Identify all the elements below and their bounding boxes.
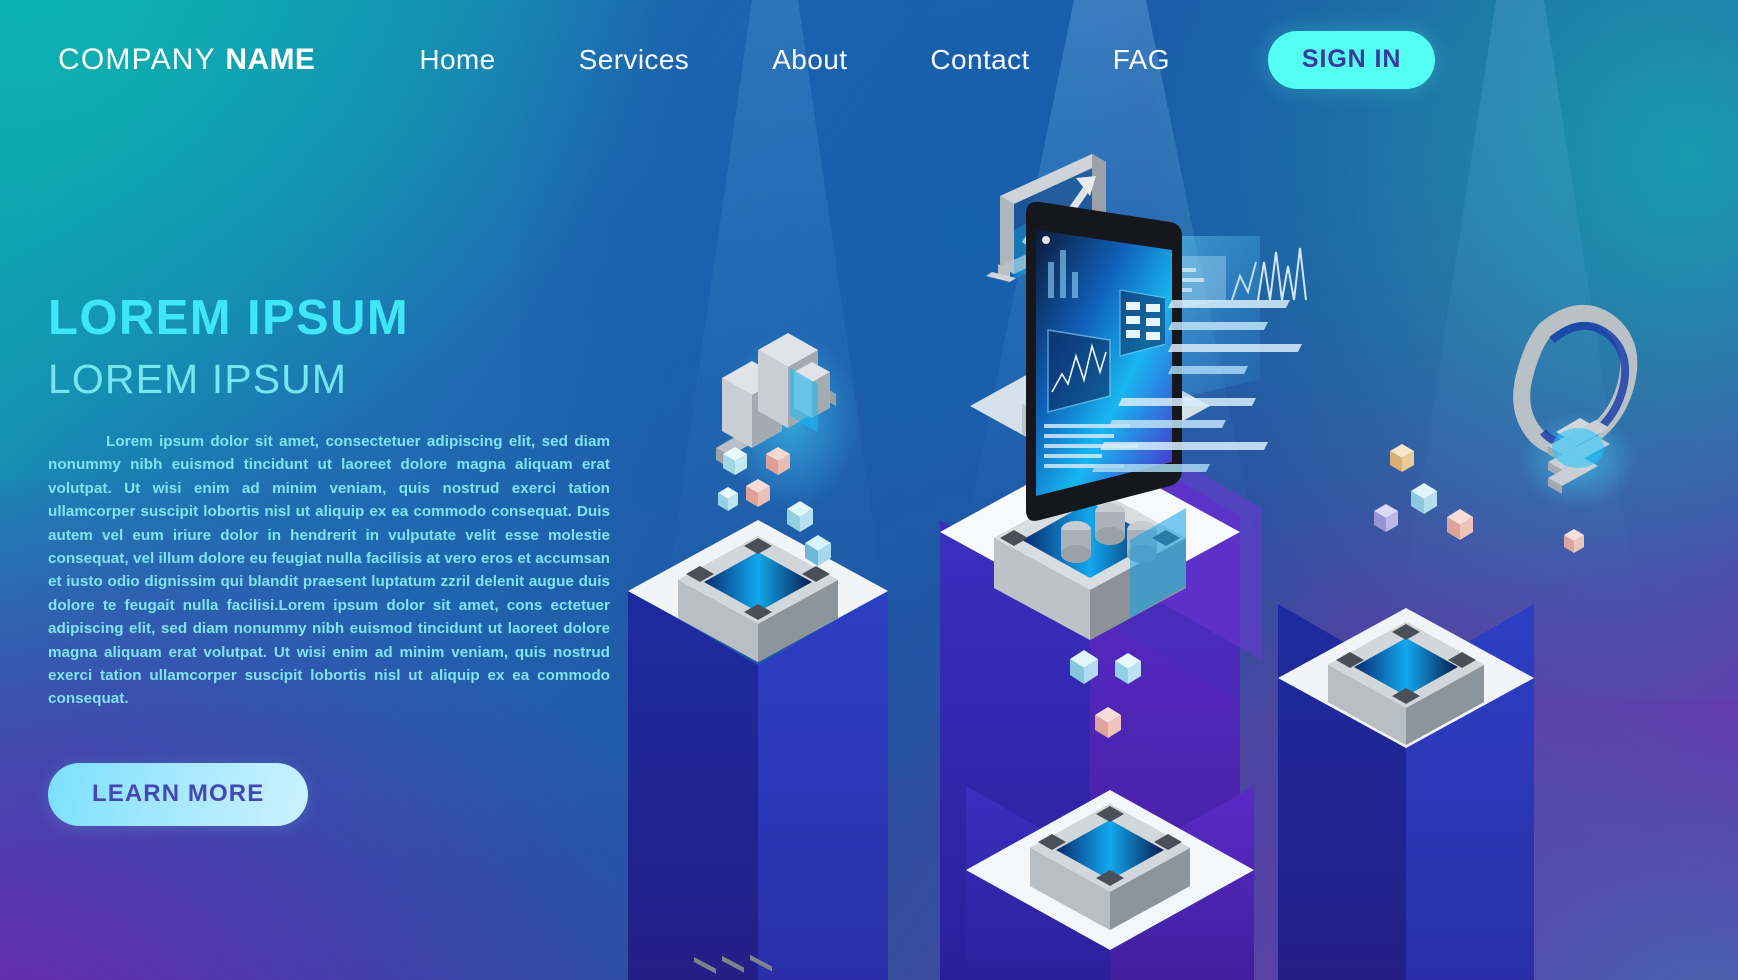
hero-title: LOREM IPSUM — [48, 291, 410, 345]
server-node-bottom — [1030, 804, 1190, 930]
nav-link-about[interactable]: About — [772, 44, 847, 76]
background-teal-bottom-right — [1218, 560, 1738, 980]
nav-links: Home Services About Contact FAG — [419, 44, 1170, 76]
sign-in-button[interactable]: SIGN IN — [1267, 31, 1436, 89]
nav-link-services[interactable]: Services — [579, 44, 690, 76]
page-canvas: COMPANY NAME Home Services About Contact… — [0, 0, 1738, 980]
learn-more-button[interactable]: LEARN MORE — [48, 762, 309, 826]
hero-body-text: Lorem ipsum dolor sit amet, consectetuer… — [48, 433, 610, 708]
company-logo[interactable]: COMPANY NAME — [58, 45, 315, 75]
nav-link-faq[interactable]: FAG — [1113, 44, 1170, 76]
top-navigation-bar: COMPANY NAME Home Services About Contact… — [0, 0, 1738, 120]
nav-link-home[interactable]: Home — [419, 44, 495, 76]
hero-subtitle: LOREM IPSUM — [48, 356, 348, 402]
logo-text-bold: NAME — [225, 43, 316, 76]
hero-content: LOREM IPSUM LOREM IPSUM Lorem ipsum dolo… — [48, 294, 658, 826]
nav-link-contact[interactable]: Contact — [930, 44, 1029, 76]
logo-text-thin: COMPANY — [58, 43, 216, 76]
